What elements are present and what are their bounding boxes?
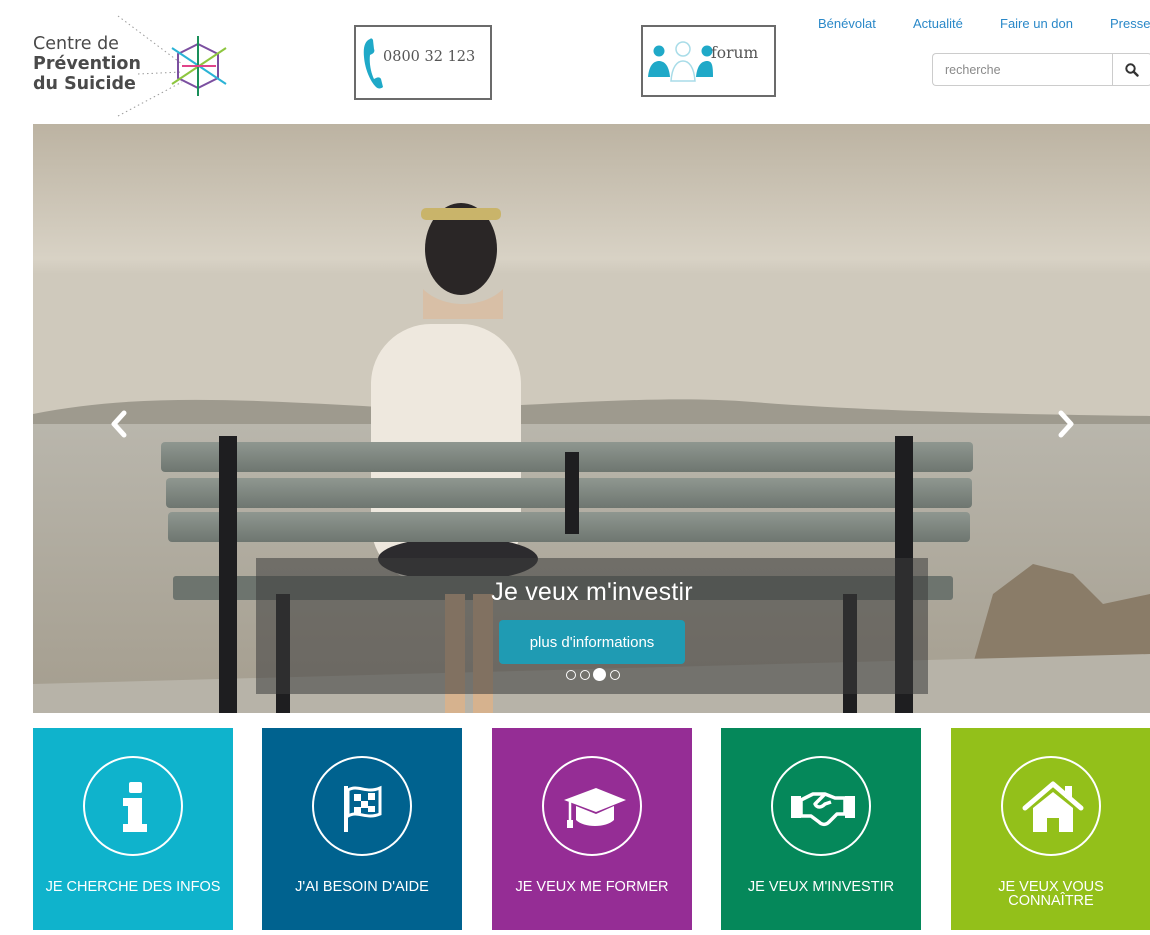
home-icon	[1022, 781, 1084, 832]
site-logo[interactable]: Centre de Prévention du Suicide	[30, 14, 240, 122]
carousel-indicators	[566, 668, 626, 682]
tile-icon-circle	[83, 756, 183, 856]
forum-label: forum	[711, 44, 759, 62]
tile-icon-circle	[1001, 756, 1101, 856]
tile-label: JE VEUX M'INVESTIR	[747, 879, 895, 895]
graduation-cap-icon	[564, 788, 626, 828]
tile-icon-circle	[312, 756, 412, 856]
flag-icon	[344, 785, 382, 832]
phone-icon	[363, 38, 383, 89]
search-form	[932, 53, 1150, 86]
chevron-left-icon	[111, 410, 127, 438]
tile-jai-besoin-daide[interactable]: J'AI BESOIN D'AIDE	[262, 728, 462, 930]
tile-icon-circle	[542, 756, 642, 856]
tile-label: JE VEUX ME FORMER	[515, 879, 669, 895]
tile-label: JE VEUX VOUS CONNAÎTRE	[998, 879, 1104, 909]
carousel-dot-2[interactable]	[580, 670, 590, 680]
logo-line-2: Prévention	[33, 54, 141, 74]
nav-link-presse[interactable]: Presse	[1110, 16, 1150, 31]
tile-label: J'AI BESOIN D'AIDE	[295, 879, 429, 895]
logo-text: Centre de Prévention du Suicide	[33, 34, 141, 94]
logo-line-3: du Suicide	[33, 74, 136, 94]
tile-je-veux-vous-connaitre[interactable]: JE VEUX VOUS CONNAÎTRE	[951, 728, 1150, 930]
tile-icon-circle	[771, 756, 871, 856]
tile-je-veux-me-former[interactable]: JE VEUX ME FORMER	[492, 728, 692, 930]
forum-banner[interactable]: forum	[641, 25, 776, 97]
chevron-right-icon	[1058, 410, 1074, 438]
carousel-dot-4[interactable]	[610, 670, 620, 680]
carousel-dot-3[interactable]	[593, 668, 606, 681]
nav-link-benevolat[interactable]: Bénévolat	[818, 16, 876, 31]
carousel-caption: Je veux m'investir plus d'informations	[256, 558, 928, 694]
people-icon	[648, 41, 713, 82]
search-button[interactable]	[1112, 53, 1150, 86]
tile-je-cherche-des-infos[interactable]: JE CHERCHE DES INFOS	[33, 728, 233, 930]
handshake-icon	[791, 792, 855, 827]
tile-je-veux-minvestir[interactable]: JE VEUX M'INVESTIR	[721, 728, 921, 930]
info-icon	[123, 782, 147, 832]
nav-link-faire-un-don[interactable]: Faire un don	[1000, 16, 1073, 31]
carousel-prev-button[interactable]	[105, 409, 135, 439]
carousel-dot-1[interactable]	[566, 670, 576, 680]
phone-banner[interactable]: 0800 32 123	[354, 25, 492, 100]
logo-line-1: Centre de	[33, 34, 119, 54]
hero-carousel[interactable]: Je veux m'investir plus d'informations	[33, 124, 1150, 713]
phone-number: 0800 32 123	[383, 49, 476, 65]
more-info-button[interactable]: plus d'informations	[499, 620, 685, 664]
nav-link-actualite[interactable]: Actualité	[913, 16, 963, 31]
carousel-caption-title: Je veux m'investir	[491, 578, 693, 606]
search-input[interactable]	[932, 53, 1113, 86]
carousel-next-button[interactable]	[1050, 409, 1080, 439]
tile-label: JE CHERCHE DES INFOS	[45, 879, 221, 895]
search-icon	[1125, 63, 1139, 77]
